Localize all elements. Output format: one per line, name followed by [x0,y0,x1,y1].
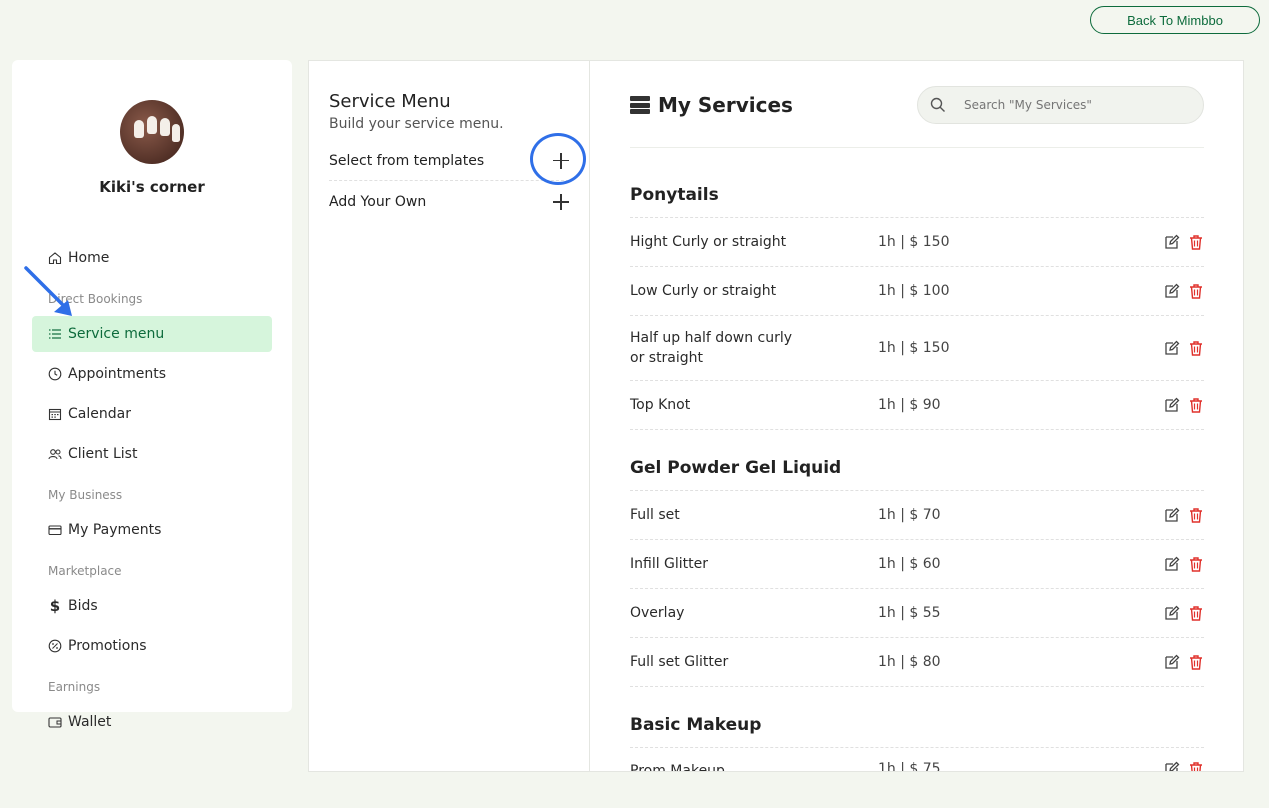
delete-icon[interactable] [1188,556,1204,572]
section-label-my-business: My Business [48,488,123,502]
search-icon [930,97,945,112]
server-icon [630,96,650,114]
service-name: Low Curly or straight [630,283,777,299]
sidebar: Kiki's corner Home Direct Bookings Servi… [12,60,292,712]
dollar-icon: $ [49,597,61,615]
edit-icon[interactable] [1164,654,1180,670]
sidebar-item-label: Wallet [68,714,112,730]
list-icon [48,327,62,341]
service-meta: 1h | $ 150 [878,340,950,356]
edit-icon[interactable] [1164,283,1180,299]
delete-icon[interactable] [1188,340,1204,356]
sidebar-item-label: Service menu [68,326,165,342]
delete-icon[interactable] [1188,605,1204,621]
section-label-marketplace: Marketplace [48,564,122,578]
avatar [120,100,184,164]
wallet-icon [48,715,62,729]
edit-icon[interactable] [1164,397,1180,413]
service-meta: 1h | $ 75 [878,761,941,772]
sidebar-item-wallet[interactable]: Wallet [32,704,272,740]
my-services-title: My Services [658,93,793,117]
sidebar-item-promotions[interactable]: Promotions [32,628,272,664]
service-meta: 1h | $ 90 [878,397,941,413]
delete-icon[interactable] [1188,397,1204,413]
delete-icon[interactable] [1188,654,1204,670]
sidebar-item-calendar[interactable]: Calendar [32,396,272,432]
service-name: Hight Curly or straight [630,234,787,250]
service-row: Overlay 1h | $ 55 [630,589,1204,638]
sidebar-item-label: Calendar [68,406,131,422]
sidebar-item-appointments[interactable]: Appointments [32,356,272,392]
service-row: Hight Curly or straight 1h | $ 150 [630,218,1204,267]
service-name: Infill Glitter [630,556,709,572]
service-meta: 1h | $ 100 [878,283,950,299]
sidebar-item-label: Appointments [68,366,167,382]
delete-icon[interactable] [1188,761,1204,771]
sidebar-item-label: Promotions [68,638,147,654]
sidebar-item-label: Bids [68,598,98,614]
service-meta: 1h | $ 150 [878,234,950,250]
category-title: Basic Makeup [630,715,762,735]
service-name: Top Knot [630,397,691,413]
service-meta: 1h | $ 55 [878,605,941,621]
annotation-arrow-icon [24,266,72,316]
percent-icon [48,639,62,653]
sidebar-item-bids[interactable]: $ Bids [32,588,272,624]
add-your-own-row[interactable]: Add Your Own [329,182,569,222]
service-row: Infill Glitter 1h | $ 60 [630,540,1204,589]
service-menu-subtitle: Build your service menu. [329,116,504,132]
user-name: Kiki's corner [99,178,205,196]
service-row: Prom Makeup 1h | $ 75 [630,761,1204,772]
select-from-templates-label: Select from templates [329,152,485,169]
users-icon [48,447,62,461]
my-services-panel: My Services Ponytails Hight Curly or str… [589,60,1244,772]
search-input[interactable] [964,98,1164,112]
sidebar-item-label: My Payments [68,522,162,538]
service-row: Half up half down curly or straight 1h |… [630,316,1204,381]
back-to-mimbbo-button[interactable]: Back To Mimbbo [1090,6,1260,34]
service-menu-title: Service Menu [329,91,451,112]
add-your-own-label: Add Your Own [329,194,427,210]
sidebar-item-my-payments[interactable]: My Payments [32,512,272,548]
card-icon [48,523,62,537]
delete-icon[interactable] [1188,234,1204,250]
edit-icon[interactable] [1164,605,1180,621]
plus-icon[interactable] [553,194,569,210]
service-row: Full set 1h | $ 70 [630,491,1204,540]
section-label-earnings: Earnings [48,680,101,694]
service-meta: 1h | $ 70 [878,507,941,523]
edit-icon[interactable] [1164,761,1180,771]
service-meta: 1h | $ 60 [878,556,941,572]
service-name: Half up half down curly or straight [630,330,793,366]
sidebar-item-client-list[interactable]: Client List [32,436,272,472]
service-row: Full set Glitter 1h | $ 80 [630,638,1204,687]
delete-icon[interactable] [1188,283,1204,299]
clock-icon [48,367,62,381]
search-box[interactable] [917,86,1204,124]
service-name: Overlay [630,605,685,621]
delete-icon[interactable] [1188,507,1204,523]
service-row: Low Curly or straight 1h | $ 100 [630,267,1204,316]
category-title: Ponytails [630,185,719,205]
annotation-circle [530,133,586,185]
calendar-icon [48,407,62,421]
service-meta: 1h | $ 80 [878,654,941,670]
my-services-header: My Services [630,93,793,117]
sidebar-item-label: Client List [68,446,138,462]
edit-icon[interactable] [1164,556,1180,572]
edit-icon[interactable] [1164,340,1180,356]
service-name: Full set Glitter [630,654,729,670]
edit-icon[interactable] [1164,507,1180,523]
edit-icon[interactable] [1164,234,1180,250]
service-name: Prom Makeup [630,763,725,772]
service-name: Full set [630,507,680,523]
service-row: Top Knot 1h | $ 90 [630,381,1204,430]
service-menu-panel: Service Menu Build your service menu. Se… [308,60,590,772]
category-title: Gel Powder Gel Liquid [630,458,842,478]
